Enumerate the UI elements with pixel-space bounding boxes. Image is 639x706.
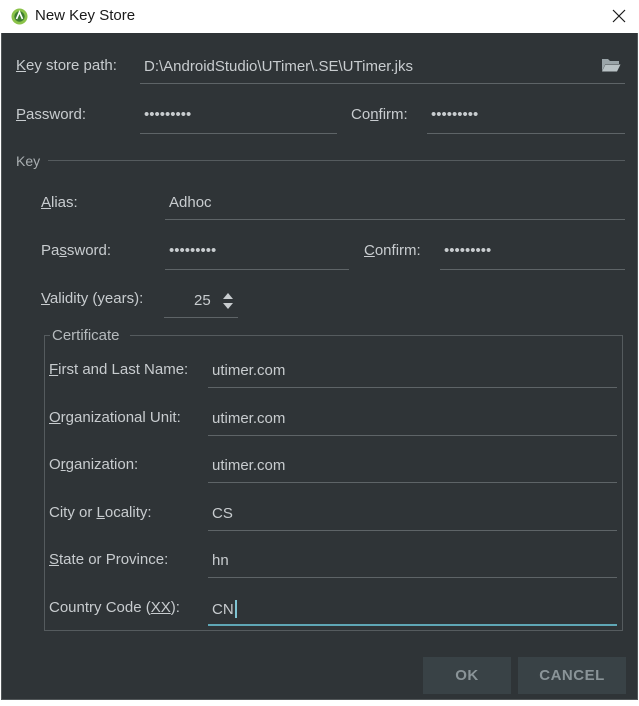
validity-label: Validity (years): xyxy=(41,290,144,307)
alias-field[interactable]: Adhoc xyxy=(165,186,625,220)
city-locality-value: CS xyxy=(212,505,233,522)
keystore-password-value: ••••••••• xyxy=(144,106,192,123)
keystore-confirm-field[interactable]: ••••••••• xyxy=(427,100,625,134)
first-last-name-label: First and Last Name: xyxy=(49,361,189,378)
first-last-name-field[interactable]: utimer.com xyxy=(208,354,617,388)
organization-label: Organization: xyxy=(49,456,139,473)
window-title: New Key Store xyxy=(35,7,136,24)
key-section-label: Key xyxy=(16,153,41,169)
key-password-value: ••••••••• xyxy=(169,242,217,259)
alias-value: Adhoc xyxy=(169,194,212,211)
keystore-confirm-label: Confirm: xyxy=(351,106,408,123)
state-province-label: State or Province: xyxy=(49,551,169,568)
country-code-field[interactable]: CN xyxy=(208,592,617,626)
text-cursor xyxy=(234,600,237,618)
key-password-label: Password: xyxy=(41,242,112,259)
certificate-section-label: Certificate xyxy=(52,327,120,344)
keystore-password-label: Password: xyxy=(16,106,87,123)
state-province-field[interactable]: hn xyxy=(208,544,617,578)
close-button[interactable] xyxy=(599,0,639,33)
organizational-unit-value: utimer.com xyxy=(212,410,286,427)
alias-label: Alias: xyxy=(41,194,78,211)
key-confirm-field[interactable]: ••••••••• xyxy=(440,236,625,270)
key-section-divider xyxy=(48,160,625,161)
key-password-field[interactable]: ••••••••• xyxy=(165,236,349,270)
city-locality-label: City or Locality: xyxy=(49,504,152,521)
cancel-button[interactable]: CANCEL xyxy=(518,657,626,694)
key-confirm-label: Confirm: xyxy=(364,242,421,259)
title-bar: New Key Store xyxy=(0,0,639,33)
close-icon xyxy=(612,9,626,23)
keystore-password-field[interactable]: ••••••••• xyxy=(140,100,337,134)
city-locality-field[interactable]: CS xyxy=(208,497,617,531)
key-store-path-value: D:\AndroidStudio\UTimer\.SE\UTimer.jks xyxy=(144,58,413,75)
key-store-path-field[interactable]: D:\AndroidStudio\UTimer\.SE\UTimer.jks xyxy=(140,50,625,84)
key-store-path-label: Key store path: xyxy=(16,57,117,74)
key-confirm-value: ••••••••• xyxy=(444,242,492,259)
country-code-label: Country Code (XX): xyxy=(49,599,180,616)
first-last-name-value: utimer.com xyxy=(212,362,286,379)
folder-open-icon[interactable] xyxy=(601,57,621,73)
android-studio-icon xyxy=(11,8,28,25)
organization-value: utimer.com xyxy=(212,457,286,474)
validity-value: 25 xyxy=(194,292,211,309)
state-province-value: hn xyxy=(212,552,229,569)
spinner-arrows-icon[interactable] xyxy=(222,291,234,311)
organizational-unit-field[interactable]: utimer.com xyxy=(208,402,617,436)
organization-field[interactable]: utimer.com xyxy=(208,449,617,483)
ok-button[interactable]: OK xyxy=(423,657,511,694)
keystore-confirm-value: ••••••••• xyxy=(431,106,479,123)
organizational-unit-label: Organizational Unit: xyxy=(49,409,181,426)
country-code-value: CN xyxy=(212,600,237,619)
